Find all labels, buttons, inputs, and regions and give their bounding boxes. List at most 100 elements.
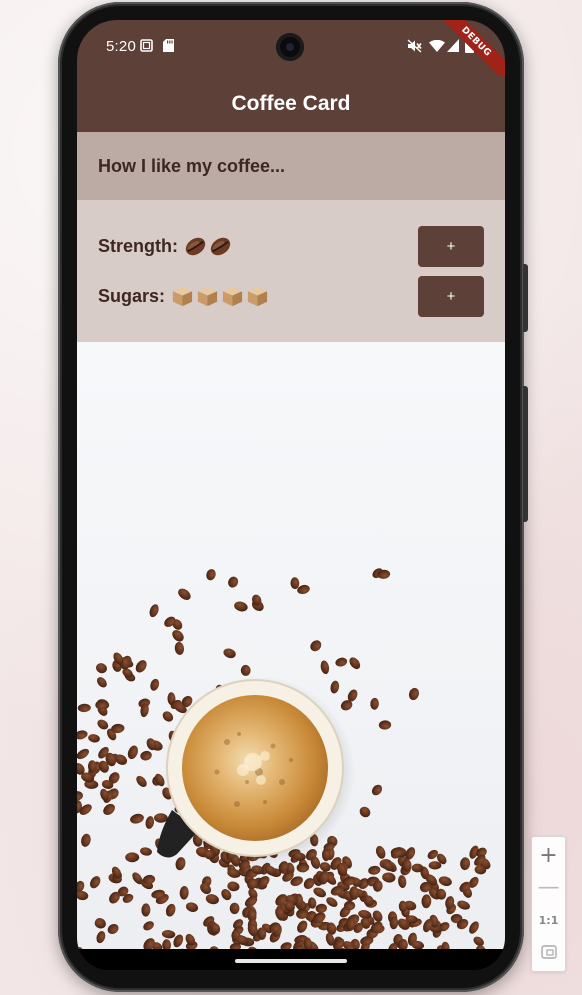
navigation-bar — [77, 949, 505, 970]
wifi-icon — [429, 40, 445, 52]
sugars-label-group: Sugars: — [98, 285, 271, 308]
coffee-bean — [127, 745, 138, 760]
coffee-bean — [185, 902, 199, 912]
coffee-bean — [96, 931, 106, 944]
coffee-bean — [77, 703, 91, 713]
coffee-bean — [310, 640, 322, 652]
sugars-label: Sugars: — [98, 285, 166, 306]
coffee-bean — [174, 641, 185, 655]
coffee-bean — [172, 629, 184, 642]
coffee-bean — [375, 845, 386, 859]
strength-label: Strength: — [98, 235, 178, 256]
coffee-bean — [398, 875, 407, 889]
coffee-bean — [130, 813, 144, 824]
coffee-bean — [77, 791, 83, 801]
sugar-cube-icon — [247, 286, 268, 306]
coffee-bean — [161, 930, 176, 939]
status-time: 5:20 — [106, 38, 136, 55]
emulator-zoom-controls: + — 1:1 — [531, 836, 566, 972]
coffee-bean — [469, 921, 479, 934]
coffee-bean — [428, 861, 442, 870]
coffee-bean — [140, 847, 152, 856]
strength-row: Strength: + — [98, 225, 484, 267]
strength-icons — [184, 235, 234, 258]
coffee-bean — [371, 784, 383, 796]
screenshot-notification-icon — [140, 39, 153, 52]
coffee-bean — [228, 576, 239, 588]
coffee-bean — [88, 734, 100, 743]
status-bar: 5:20 DEBUG — [77, 20, 505, 87]
coffee-image — [77, 342, 505, 949]
coffee-bean — [315, 903, 327, 914]
coffee-bean — [179, 886, 189, 900]
coffee-bean — [143, 921, 154, 931]
coffee-bean — [205, 894, 219, 905]
coffee-bean — [125, 852, 140, 863]
coffee-bean — [94, 918, 106, 929]
coffee-bean — [421, 894, 432, 909]
coffee-bean — [90, 876, 101, 889]
coffee-bean — [149, 604, 159, 618]
coffee-bean — [107, 923, 119, 935]
coffee-bean — [103, 803, 115, 815]
coffee-bean — [140, 750, 152, 761]
mute-icon — [407, 39, 422, 53]
strength-label-group: Strength: — [98, 235, 234, 258]
coffee-bean — [223, 648, 236, 659]
sugar-cube-icon — [222, 286, 243, 306]
increase-strength-button[interactable]: + — [418, 225, 484, 267]
coffee-cup-with-beans-image — [77, 568, 491, 949]
actual-size-button[interactable]: 1:1 — [532, 904, 565, 936]
coffee-bean — [136, 775, 147, 787]
zoom-out-button[interactable]: — — [532, 871, 565, 903]
coffee-bean — [96, 677, 107, 688]
coffee-bean — [77, 890, 89, 901]
coffee-bean — [290, 577, 300, 590]
coffee-bean — [441, 941, 450, 949]
coffee-bean — [382, 872, 396, 883]
coffee-bean — [313, 887, 327, 898]
coffee-bean — [150, 678, 160, 691]
increase-sugars-button[interactable]: + — [418, 275, 484, 317]
coffee-bean — [81, 833, 91, 847]
coffee-bean — [320, 660, 330, 675]
coffee-bean — [297, 920, 308, 933]
sugar-icons — [171, 285, 271, 308]
app-title: Coffee Card — [231, 92, 351, 115]
coffee-bean — [370, 697, 379, 710]
front-camera — [276, 33, 304, 61]
coffee-bean — [77, 748, 90, 760]
sugar-cube-icon — [197, 286, 218, 306]
phone-screen: 5:20 DEBUG Coffee Card How I like my cof… — [77, 20, 505, 970]
coffee-bean-icon — [210, 237, 231, 255]
coffee-bean — [96, 663, 107, 674]
preferences-header-text: How I like my coffee... — [98, 155, 286, 176]
app-bar: Coffee Card — [77, 76, 505, 132]
coffee-bean — [378, 720, 392, 730]
power-button — [523, 264, 528, 332]
coffee-bean — [296, 862, 310, 873]
zoom-in-button[interactable]: + — [532, 839, 565, 871]
fit-screen-button[interactable] — [532, 936, 565, 968]
sugar-cube-icon — [172, 286, 193, 306]
coffee-bean — [135, 660, 147, 673]
home-gesture-handle[interactable] — [235, 959, 347, 963]
preferences-header: How I like my coffee... — [77, 132, 505, 200]
cell-signal-icon — [447, 39, 459, 52]
preferences-panel: Strength: + Sugars: + — [77, 200, 505, 342]
sd-card-icon — [163, 39, 174, 52]
volume-button — [523, 386, 528, 522]
coffee-bean — [162, 711, 174, 722]
coffee-bean — [438, 876, 452, 887]
coffee-bean — [154, 813, 168, 823]
coffee-bean — [457, 900, 470, 910]
fit-screen-icon — [540, 945, 557, 959]
coffee-bean — [206, 569, 216, 581]
coffee-bean — [349, 657, 361, 670]
coffee-bean — [145, 816, 155, 829]
coffee-bean — [335, 657, 348, 667]
sugars-row: Sugars: + — [98, 275, 484, 317]
coffee-bean — [368, 865, 381, 875]
coffee-bean — [162, 939, 172, 949]
coffee-bean — [229, 902, 240, 915]
